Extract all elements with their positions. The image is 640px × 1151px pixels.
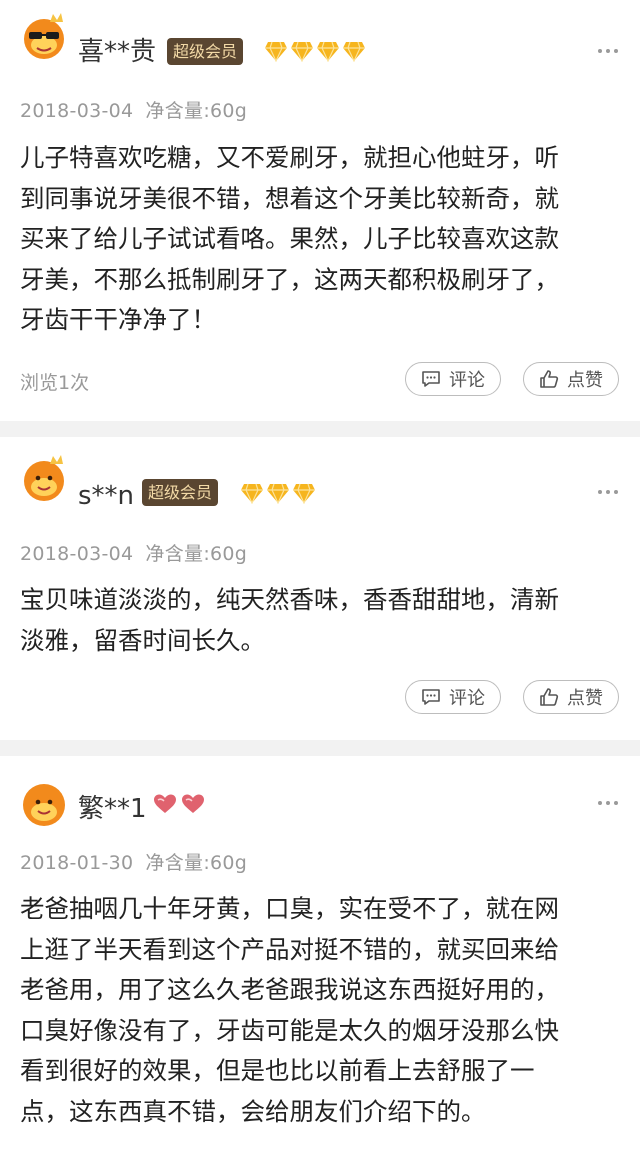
content-line: 老爸用，用了这么久老爸跟我说这东西挺好用的， <box>20 975 559 1004</box>
level-icons <box>264 40 366 62</box>
thumbs-up-icon <box>540 370 559 388</box>
view-count: 浏览1次 <box>20 372 90 394</box>
content-line: 牙美，不那么抵制刷牙了，这两天都积极刷牙了， <box>20 264 559 294</box>
avatar[interactable] <box>20 780 68 828</box>
review-date: 2018-03-04 <box>20 543 134 565</box>
diamond-icon <box>317 41 339 62</box>
like-label: 点赞 <box>567 688 603 709</box>
diamond-icon <box>241 483 263 504</box>
content-line: 买来了给儿子试试看咯。果然，儿子比较喜欢这款 <box>20 224 559 253</box>
comment-button[interactable]: 评论 <box>405 680 501 714</box>
more-options-icon[interactable] <box>598 49 618 55</box>
comment-icon <box>422 689 440 705</box>
product-spec: 净含量:60g <box>145 852 248 874</box>
product-spec: 净含量:60g <box>145 100 248 122</box>
avatar[interactable] <box>20 12 68 60</box>
content-line: 到同事说牙美很不错，想着这个牙美比较新奇，就 <box>20 183 559 213</box>
review-meta: 2018-03-04 净含量:60g <box>20 96 247 123</box>
like-button[interactable]: 点赞 <box>523 680 619 714</box>
content-line: 宝贝味道淡淡的，纯天然香味，香香甜甜地，清新 <box>20 585 559 614</box>
diamond-icon <box>265 41 287 62</box>
diamond-icon <box>267 483 289 504</box>
review-meta: 2018-03-04 净含量:60g <box>20 539 247 566</box>
content-line: 口臭好像没有了，牙齿可能是太久的烟牙没那么快 <box>20 1015 559 1045</box>
content-line: 儿子特喜欢吃糖，又不爱刷牙，就担心他蛀牙，听 <box>20 143 559 172</box>
thumbs-up-icon <box>540 688 559 706</box>
level-icons <box>152 793 206 815</box>
level-icons <box>240 482 316 504</box>
like-button[interactable]: 点赞 <box>523 362 619 396</box>
diamond-icon <box>291 41 313 62</box>
review-content: 老爸抽咽几十年牙黄，口臭，实在受不了，就在网 上逛了半天看到这个产品对挺不错的，… <box>20 889 620 1132</box>
review-content: 宝贝味道淡淡的，纯天然香味，香香甜甜地，清新 淡雅，留香时间长久。 <box>20 580 620 661</box>
diamond-icon <box>343 41 365 62</box>
content-line: 老爸抽咽几十年牙黄，口臭，实在受不了，就在网 <box>20 894 559 923</box>
content-line: 上逛了半天看到这个产品对挺不错的，就买回来给 <box>20 934 559 964</box>
content-line: 牙齿干干净净了！ <box>20 305 216 334</box>
diamond-icon <box>293 483 315 504</box>
username[interactable]: s**n <box>78 481 134 511</box>
comment-label: 评论 <box>449 688 485 709</box>
more-options-icon[interactable] <box>598 801 618 807</box>
comment-button[interactable]: 评论 <box>405 362 501 396</box>
comment-icon <box>422 371 440 387</box>
review-content: 儿子特喜欢吃糖，又不爱刷牙，就担心他蛀牙，听 到同事说牙美很不错，想着这个牙美比… <box>20 138 620 341</box>
content-line: 点，这东西真不错，会给朋友们介绍下的。 <box>20 1096 486 1126</box>
vip-badge: 超级会员 <box>167 38 244 65</box>
heart-icon <box>182 794 204 813</box>
vip-badge: 超级会员 <box>142 479 219 506</box>
review-card: s**n 超级会员 2018-03-04 净含量:60g 宝贝味道淡淡的，纯天然香… <box>0 437 640 740</box>
review-date: 2018-01-30 <box>20 852 134 874</box>
username[interactable]: 喜**贵 <box>78 31 156 68</box>
review-date: 2018-03-04 <box>20 100 134 122</box>
content-line: 淡雅，留香时间长久。 <box>20 625 265 655</box>
review-meta: 2018-01-30 净含量:60g <box>20 848 247 875</box>
review-card: 喜**贵 超级会员 2018-03-04 净含量:60g 儿子特喜欢吃糖，又不爱刷… <box>0 0 640 421</box>
like-label: 点赞 <box>567 370 603 391</box>
heart-icon <box>154 794 176 813</box>
review-card: 繁**1 2018-01-30 净含量:60g 老爸抽咽几十年牙黄，口臭，实在受不… <box>0 756 640 1151</box>
product-spec: 净含量:60g <box>145 543 248 565</box>
content-line: 看到很好的效果，但是也比以前看上去舒服了一 <box>20 1056 535 1085</box>
avatar[interactable] <box>20 454 68 502</box>
username[interactable]: 繁**1 <box>78 788 147 825</box>
more-options-icon[interactable] <box>598 490 618 496</box>
comment-label: 评论 <box>449 370 485 391</box>
